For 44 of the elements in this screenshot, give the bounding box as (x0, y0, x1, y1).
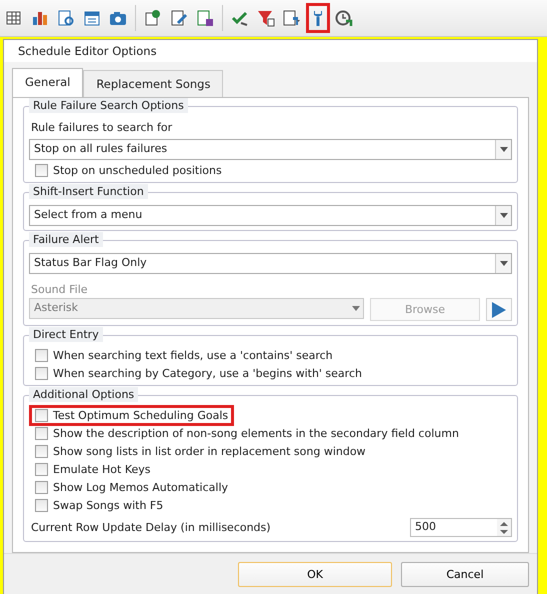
checkbox-label: When searching by Category, use a 'begins with' search (53, 367, 362, 380)
checkbox[interactable] (35, 427, 48, 440)
up-down-arrows-icon (500, 520, 508, 534)
play-button[interactable] (486, 298, 512, 321)
tab[interactable]: Replacement Songs (83, 70, 224, 97)
field-label: Rule failures to search for (30, 120, 174, 136)
checkbox-label: Emulate Hot Keys (53, 463, 150, 476)
checkbox[interactable] (35, 445, 48, 458)
checkbox[interactable] (35, 164, 48, 177)
group-title: Failure Alert (29, 232, 103, 247)
caret-icon (500, 261, 508, 266)
dropdown[interactable]: Stop on all rules failures (29, 139, 512, 160)
caret-icon (500, 147, 508, 152)
dropdown[interactable]: Select from a menu (29, 205, 512, 226)
dialog-button[interactable]: OK (238, 562, 392, 586)
checkbox[interactable] (35, 463, 48, 476)
number-spinner[interactable]: 500 (410, 518, 512, 537)
checkbox-label: Swap Songs with F5 (53, 499, 164, 512)
group-title: Direct Entry (29, 327, 103, 342)
checkbox[interactable] (35, 499, 48, 512)
wrench-icon[interactable] (306, 3, 330, 33)
dropdown[interactable]: Status Bar Flag Only (29, 253, 512, 274)
group-title: Additional Options (29, 387, 138, 402)
tab[interactable]: General (12, 68, 84, 97)
checkbox-label: Test Optimum Scheduling Goals (53, 409, 228, 422)
dialog-title: Schedule Editor Options (18, 44, 157, 58)
dialog-button[interactable]: Cancel (401, 562, 529, 586)
checkbox-label: Show the description of non-song elements in the secondary field column (53, 427, 459, 440)
checkbox[interactable] (35, 481, 48, 494)
checkbox[interactable] (35, 349, 48, 362)
group-title: Rule Failure Search Options (29, 98, 188, 113)
dropdown[interactable]: Asterisk (29, 298, 364, 319)
group-title: Shift-Insert Function (29, 184, 148, 199)
checkbox-label: Show song lists in list order in replacement song window (53, 445, 366, 458)
checkbox[interactable] (35, 367, 48, 380)
caret-icon (352, 306, 360, 311)
checkbox-label: When searching text fields, use a 'contains' search (53, 349, 333, 362)
play-icon (491, 300, 507, 318)
checkbox-label: Stop on unscheduled positions (53, 164, 222, 177)
field-label: Sound File (30, 283, 89, 296)
field-label: Current Row Update Delay (in milliseconds) (30, 520, 272, 536)
caret-icon (500, 213, 508, 218)
checkbox[interactable] (35, 409, 48, 422)
checkbox-label: Show Log Memos Automatically (53, 481, 228, 494)
